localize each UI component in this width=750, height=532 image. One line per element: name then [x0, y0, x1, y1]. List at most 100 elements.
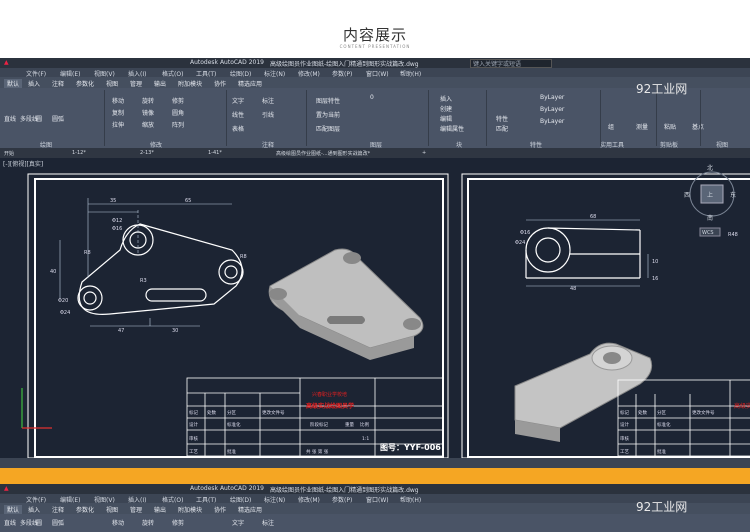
- utility-tool-button[interactable]: 组: [608, 122, 614, 131]
- document-tab[interactable]: 2-13*: [140, 150, 154, 156]
- utility-tool-button[interactable]: 测量: [636, 122, 648, 131]
- svg-text:Φ24: Φ24: [515, 240, 525, 246]
- modify-tool-button[interactable]: 旋转: [142, 96, 154, 105]
- dim-text: R3: [140, 278, 147, 284]
- dim-text: R8: [84, 250, 91, 256]
- drawing-canvas[interactable]: [-][俯视][真实] 35 65 R8 40 R8 Φ12 Φ16 Φ20 Φ…: [0, 158, 750, 458]
- modify-tool-button[interactable]: 移动: [112, 518, 124, 527]
- svg-text:处数: 处数: [207, 409, 216, 416]
- property-tool-button[interactable]: 特性: [496, 114, 508, 123]
- annotation-tool-button[interactable]: 线性: [232, 110, 244, 119]
- modify-tool-button[interactable]: 移动: [112, 96, 124, 105]
- drawing-number: 图号：YYF-006: [380, 443, 441, 452]
- annotation-tool-button[interactable]: 文字: [232, 518, 244, 527]
- dim-text: 47: [118, 328, 124, 334]
- annotation-tool-button[interactable]: 表格: [232, 124, 244, 133]
- watermark: 92工业网: [636, 82, 688, 96]
- annotation-tool-button[interactable]: 标注: [262, 518, 274, 527]
- modify-tool-button[interactable]: 镜像: [142, 108, 154, 117]
- utility-tool-button[interactable]: 粘贴: [664, 122, 676, 131]
- block-tool-button[interactable]: 插入: [440, 94, 452, 103]
- ribbon-tab[interactable]: 精选应用: [238, 505, 262, 514]
- section-subtitle: CONTENT PRESENTATION: [339, 44, 411, 49]
- viewport-label: [-][俯视][真实]: [3, 160, 43, 168]
- modify-tool-button[interactable]: 缩放: [142, 120, 154, 129]
- ribbon-tab[interactable]: 注释: [52, 79, 64, 88]
- modify-tool-button[interactable]: 旋转: [142, 518, 154, 527]
- utility-tool-button[interactable]: 基点: [692, 122, 704, 131]
- modify-tool-button[interactable]: 拉伸: [112, 120, 124, 129]
- ribbon-tab[interactable]: 协作: [214, 505, 226, 514]
- annotation-tool-button[interactable]: 标注: [262, 96, 274, 105]
- modify-tool-button[interactable]: 修剪: [172, 518, 184, 527]
- ribbon-separator: [428, 90, 429, 146]
- document-tab[interactable]: 1-41*: [208, 150, 222, 156]
- ribbon-tab[interactable]: 管理: [130, 505, 142, 514]
- document-tab[interactable]: 高级绘图员作业图纸-...通到图形实战篇改*: [276, 150, 370, 157]
- ribbon-tab[interactable]: 插入: [28, 79, 40, 88]
- block-tool-button[interactable]: 编辑属性: [440, 124, 464, 133]
- ribbon-tab[interactable]: 注释: [52, 505, 64, 514]
- ribbon-tab[interactable]: 管理: [130, 79, 142, 88]
- svg-text:比例: 比例: [360, 421, 369, 428]
- title-bar-2: ▲ Autodesk AutoCAD 2019 高级绘图员作业图纸-绘图入门精通…: [0, 484, 750, 494]
- ribbon-tab[interactable]: 输出: [154, 505, 166, 514]
- layer-tool-button[interactable]: 匹配图层: [316, 124, 340, 133]
- app-title: Autodesk AutoCAD 2019: [190, 59, 264, 66]
- app-logo-icon[interactable]: ▲: [4, 59, 9, 66]
- draw-tool-button[interactable]: 直线: [4, 518, 16, 527]
- autocad-screenshot: ▲ Autodesk AutoCAD 2019 高级绘图员作业图纸-绘图入门精通…: [0, 58, 750, 468]
- block-tool-button[interactable]: 编辑: [440, 114, 452, 123]
- draw-tool-button[interactable]: 直线: [4, 114, 16, 123]
- block-tool-button[interactable]: 创建: [440, 104, 452, 113]
- layer-select[interactable]: 0: [370, 94, 374, 101]
- ribbon-tab[interactable]: 默认: [4, 505, 23, 514]
- ribbon-tab[interactable]: 协作: [214, 79, 226, 88]
- modify-tool-button[interactable]: 阵列: [172, 120, 184, 129]
- svg-text:南: 南: [707, 214, 713, 222]
- svg-text:批准: 批准: [227, 448, 236, 455]
- svg-text:审核: 审核: [189, 435, 198, 442]
- search-input[interactable]: 键入关键字或短语: [470, 59, 552, 68]
- section-title: 内容展示: [342, 26, 407, 44]
- property-tool-button[interactable]: 匹配: [496, 124, 508, 133]
- layer-tool-button[interactable]: 图层特性: [316, 96, 340, 105]
- svg-text:标准化: 标准化: [227, 421, 241, 428]
- bylayer-select[interactable]: ByLayer: [540, 94, 564, 101]
- app-logo-icon[interactable]: ▲: [4, 485, 9, 492]
- ribbon-tab[interactable]: 附加模块: [178, 79, 202, 88]
- draw-tool-button[interactable]: 圆弧: [52, 114, 64, 123]
- title-block-right-cells: 标记 处数 分区 更改文件号 设计 标准化 审核 工艺 批准: [620, 409, 715, 455]
- modify-tool-button[interactable]: 圆角: [172, 108, 184, 117]
- document-tab[interactable]: 1-12*: [72, 150, 86, 156]
- watermark: 92工业网: [636, 500, 688, 514]
- ribbon-tab[interactable]: 插入: [28, 505, 40, 514]
- new-tab-icon[interactable]: +: [422, 150, 426, 156]
- draw-tool-button[interactable]: 圆弧: [52, 518, 64, 527]
- document-tab[interactable]: 开始: [4, 150, 14, 157]
- svg-text:WCS: WCS: [702, 230, 714, 236]
- part-outline-right: [525, 227, 641, 279]
- ribbon-tab[interactable]: 参数化: [76, 79, 94, 88]
- annotation-tool-button[interactable]: 文字: [232, 96, 244, 105]
- ribbon-tab[interactable]: 视图: [106, 79, 118, 88]
- ribbon-tab[interactable]: 精选应用: [238, 79, 262, 88]
- svg-text:北: 北: [707, 164, 713, 172]
- ribbon-tab[interactable]: 参数化: [76, 505, 94, 514]
- annotation-tool-button[interactable]: 引线: [262, 110, 274, 119]
- draw-tool-button[interactable]: 圆: [36, 114, 42, 123]
- draw-tool-button[interactable]: 圆: [36, 518, 42, 527]
- ribbon-tab[interactable]: 默认: [4, 79, 23, 88]
- dimension-texts-left: 35 65 R8 40 R8 Φ12 Φ16 Φ20 Φ24 R3 47 30: [50, 198, 247, 334]
- svg-text:48: 48: [570, 286, 576, 292]
- bylayer-select[interactable]: ByLayer: [540, 118, 564, 125]
- ribbon-tab[interactable]: 视图: [106, 505, 118, 514]
- modify-tool-button[interactable]: 复制: [112, 108, 124, 117]
- layer-tool-button[interactable]: 置为当前: [316, 110, 340, 119]
- bylayer-select[interactable]: ByLayer: [540, 106, 564, 113]
- ribbon-tab[interactable]: 附加模块: [178, 505, 202, 514]
- modify-tool-button[interactable]: 修剪: [172, 96, 184, 105]
- svg-text:工艺: 工艺: [189, 449, 198, 455]
- ribbon-tab[interactable]: 输出: [154, 79, 166, 88]
- dim-text: Φ12: [112, 218, 122, 224]
